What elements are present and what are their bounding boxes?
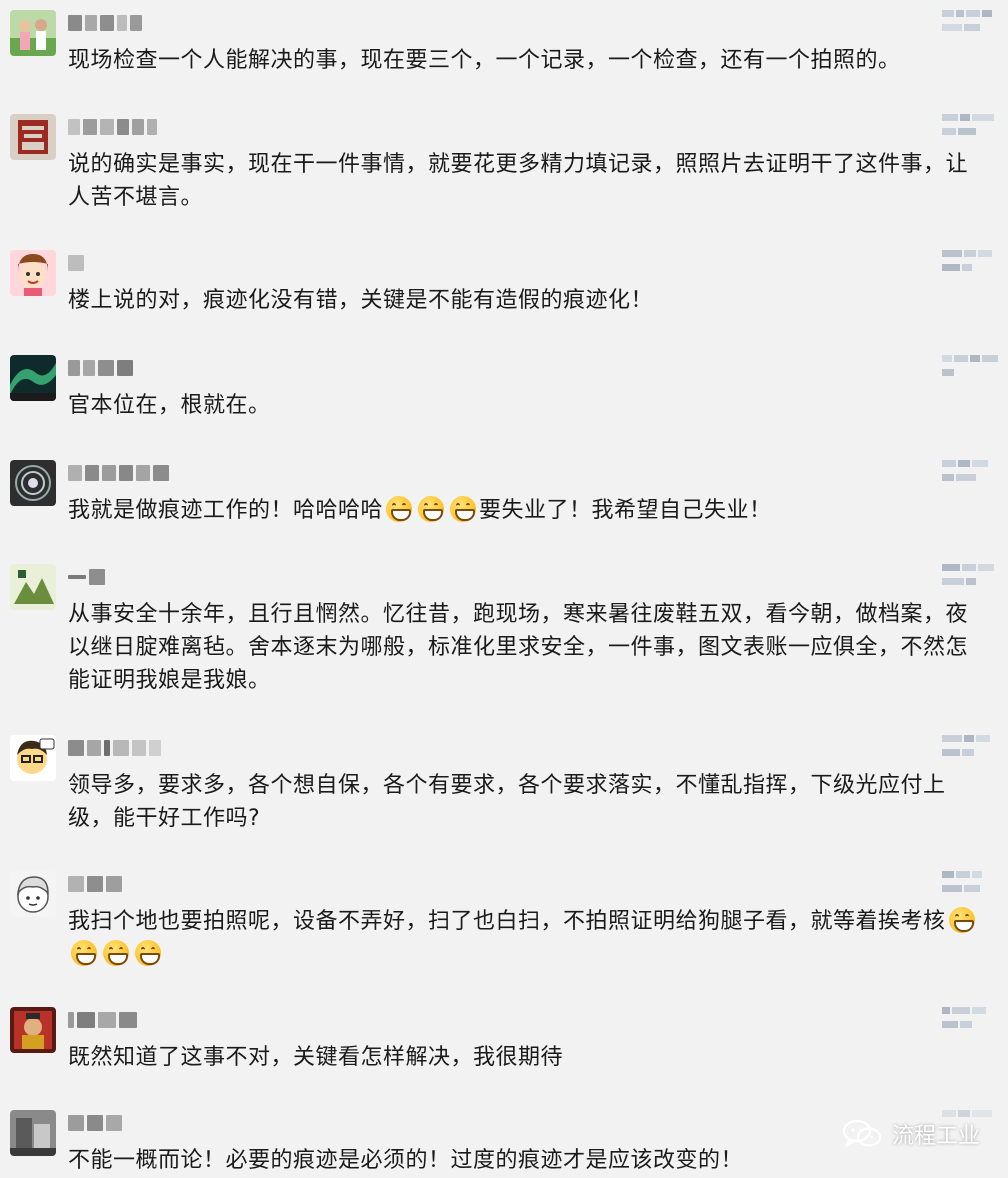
avatar[interactable] xyxy=(10,1007,56,1053)
grinning-face-emoji xyxy=(386,496,413,522)
comment-text: 官本位在，根就在。 xyxy=(68,393,271,418)
avatar[interactable] xyxy=(10,114,56,160)
like-count[interactable] xyxy=(942,1007,998,1033)
comment-text: 我就是做痕迹工作的！哈哈哈哈 要失业了！我希望自己失业！ xyxy=(68,496,772,523)
avatar[interactable] xyxy=(10,1110,56,1156)
username-pixelated xyxy=(68,873,122,895)
avatar[interactable] xyxy=(10,460,56,506)
like-count[interactable] xyxy=(942,250,998,276)
username-pixelated xyxy=(68,252,84,274)
username-pixelated xyxy=(68,737,161,759)
watermark: 流程工业 xyxy=(842,1118,980,1150)
grinning-face-emoji xyxy=(418,496,445,522)
username-pixelated xyxy=(68,12,142,34)
comment-text: 从事安全十余年，且行且惘然。忆往昔，跑现场，寒来暑往废鞋五双，看今朝，做档案，夜… xyxy=(68,602,969,693)
comment-text: 现场检查一个人能解决的事，现在要三个，一个记录，一个检查，还有一个拍照的。 xyxy=(68,48,901,73)
comment-text: 我扫个地也要拍照呢，设备不弄好，扫了也白扫，不拍照证明给狗腿子看，就等着挨考核 xyxy=(68,905,988,971)
username-pixelated xyxy=(68,116,157,138)
avatar[interactable] xyxy=(10,250,56,296)
avatar[interactable] xyxy=(10,871,56,917)
comment-text: 楼上说的对，痕迹化没有错，关键是不能有造假的痕迹化！ xyxy=(68,288,654,313)
grinning-face-emoji xyxy=(450,496,477,522)
like-count[interactable] xyxy=(942,735,998,761)
watermark-text: 流程工业 xyxy=(891,1124,980,1149)
wechat-icon xyxy=(842,1119,882,1148)
like-count[interactable] xyxy=(942,355,998,381)
like-count[interactable] xyxy=(942,871,998,897)
grinning-face-emoji xyxy=(103,940,129,966)
avatar[interactable] xyxy=(10,355,56,401)
like-count[interactable] xyxy=(942,460,998,486)
like-count[interactable] xyxy=(942,10,998,36)
grinning-face-emoji xyxy=(948,907,975,933)
avatar[interactable] xyxy=(10,735,56,781)
username-pixelated xyxy=(68,462,169,484)
grinning-face-emoji xyxy=(71,940,97,966)
avatar[interactable] xyxy=(10,564,56,610)
username-pixelated xyxy=(68,357,133,379)
like-count[interactable] xyxy=(942,564,998,590)
comment-text: 说的确实是事实，现在干一件事情，就要花更多精力填记录，照照片去证明干了这件事，让… xyxy=(68,152,969,210)
username-pixelated xyxy=(68,566,105,588)
comment-text: 既然知道了这事不对，关键看怎样解决，我很期待 xyxy=(68,1045,564,1070)
comment-text: 领导多，要求多，各个想自保，各个有要求，各个要求落实，不懂乱指挥，下级光应付上级… xyxy=(68,773,946,831)
like-count[interactable] xyxy=(942,114,998,140)
avatar[interactable] xyxy=(10,10,56,56)
grinning-face-emoji xyxy=(135,940,161,966)
username-pixelated xyxy=(68,1112,122,1134)
username-pixelated xyxy=(68,1009,137,1031)
